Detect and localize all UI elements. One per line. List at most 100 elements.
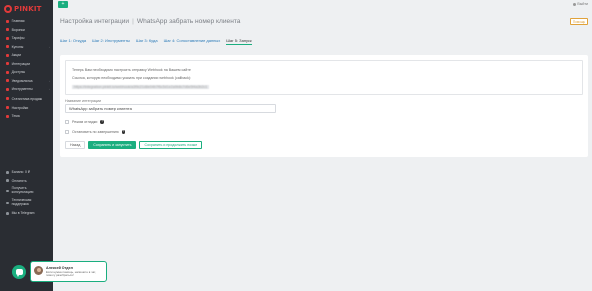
key-icon (6, 70, 9, 74)
logo-icon (4, 4, 12, 13)
stop-on-complete-row: Остановить по завершению ? (65, 130, 126, 134)
sidebar-item-label: Главная (11, 19, 25, 24)
logout-label: Выйти (577, 2, 588, 6)
sidebar-item-label: Купоны (11, 44, 24, 49)
chat-launcher-button[interactable] (12, 265, 26, 279)
sidebar-telegram[interactable]: Мы в Telegram (0, 209, 53, 218)
topbar: + Выйти (53, 0, 592, 10)
question-icon[interactable]: ? (121, 130, 126, 134)
sidebar-item-label: Воронки (11, 27, 25, 32)
sidebar-support[interactable]: Техническая поддержка (0, 197, 53, 209)
launch-card: Теперь Вам необходимо настроить отправку… (60, 55, 588, 157)
sidebar-item-label: Статистика продаж (11, 96, 43, 101)
add-button[interactable]: + (58, 1, 68, 8)
webhook-link-caption: Ссылка, которую необходимо указать при с… (72, 76, 192, 80)
help-button[interactable]: Помощь (570, 18, 588, 25)
brand-name: PINKIT (14, 4, 42, 13)
logout-link[interactable]: Выйти (573, 2, 588, 6)
debug-mode-row: Режим отладки ? (65, 120, 104, 124)
save-and-continue-later-button[interactable]: Сохранить и продолжить позже (139, 141, 203, 149)
sidebar-item-notifier[interactable]: Уведомлялка › (0, 77, 53, 86)
section-title: Настройка интеграции (60, 18, 130, 25)
coupon-icon (6, 45, 9, 49)
question-icon[interactable]: ? (100, 120, 104, 124)
webhook-instruction: Теперь Вам необходимо настроить отправку… (72, 68, 191, 72)
sidebar-balance[interactable]: Баланс: 0 ₽ (0, 168, 53, 177)
sidebar-consultation[interactable]: Получить консультацию (0, 185, 53, 197)
sidebar-item-label: Уведомлялка (11, 78, 33, 83)
sidebar-item-label: Акции (11, 53, 22, 58)
brand-logo[interactable]: PINKIT (0, 0, 53, 17)
save-and-launch-button[interactable]: Сохранить и запустить (88, 141, 137, 149)
balance-label: Баланс: 0 ₽ (11, 170, 31, 175)
sidebar-item-label: Инструменты (11, 87, 33, 92)
sidebar-pay[interactable]: Оплатить (0, 177, 53, 186)
integration-name-input[interactable]: WhatsApp забрать номер клиента (65, 104, 276, 113)
sidebar: PINKIT Главная Воронки Тарифы Купоны › Ак… (0, 0, 53, 291)
funnel-icon (6, 28, 9, 32)
bell-icon (6, 79, 9, 83)
sidebar-item-label: Тарифы (11, 36, 25, 41)
sidebar-item-coupons[interactable]: Купоны › (0, 43, 53, 52)
sidebar-nav: Главная Воронки Тарифы Купоны › Акции Инт… (0, 17, 53, 121)
chat-bubble-icon (15, 269, 23, 277)
sidebar-item-label: Настройки (11, 105, 29, 110)
chevron-right-icon: › (49, 87, 50, 92)
wallet-icon (6, 170, 9, 174)
sidebar-bottom: Баланс: 0 ₽ Оплатить Получить консультац… (0, 168, 53, 218)
promotion-icon (6, 53, 9, 57)
telegram-label: Мы в Telegram (11, 211, 35, 216)
chevron-right-icon: › (49, 78, 50, 83)
support-icon (6, 201, 9, 205)
avatar (34, 266, 43, 275)
stop-on-complete-label: Остановить по завершению (72, 130, 119, 134)
sidebar-item-tariffs[interactable]: Тарифы (0, 34, 53, 43)
card-icon (6, 179, 9, 183)
consultation-label: Получить консультацию (11, 186, 34, 194)
pay-label: Оплатить (11, 178, 27, 183)
integration-title: WhatsApp забрать номер клиента (136, 18, 241, 25)
page-title: Настройка интеграции | WhatsApp забрать но… (60, 18, 240, 25)
tab-step-2[interactable]: Шаг 2: Инструменты (92, 38, 130, 45)
chevron-right-icon: › (49, 44, 50, 49)
sidebar-item-label: Тема (11, 114, 20, 119)
debug-mode-label: Режим отладки (72, 120, 98, 124)
sidebar-item-label: Интеграции (11, 61, 31, 66)
tab-step-5[interactable]: Шаг 5: Запуск (226, 38, 252, 45)
debug-mode-checkbox[interactable] (65, 120, 69, 124)
action-buttons: Назад Сохранить и запустить Сохранить и … (65, 141, 203, 149)
integration-icon (6, 62, 9, 66)
step-tabs: Шаг 1: Откуда Шаг 2: Инструменты Шаг 3: … (60, 38, 252, 45)
sidebar-item-sales-stats[interactable]: Статистика продаж (0, 94, 53, 104)
sidebar-item-home[interactable]: Главная (0, 17, 53, 26)
telegram-icon (6, 211, 9, 215)
chat-popup[interactable]: Алексей Отдел Если нужна помощь, напишит… (30, 261, 107, 282)
tab-step-3[interactable]: Шаг 3: Куда (136, 38, 158, 45)
integration-name-label: Название интеграции (65, 99, 102, 103)
wrench-icon (6, 87, 9, 91)
stop-on-complete-checkbox[interactable] (65, 130, 69, 134)
sidebar-item-tools[interactable]: Инструменты › (0, 85, 53, 94)
title-separator: | (132, 18, 134, 25)
chart-icon (6, 97, 9, 100)
home-icon (6, 19, 9, 23)
sidebar-item-access[interactable]: Доступы (0, 68, 53, 77)
sidebar-item-promotions[interactable]: Акции (0, 51, 53, 60)
tariff-icon (6, 36, 9, 40)
theme-icon (6, 114, 9, 118)
tab-step-1[interactable]: Шаг 1: Откуда (60, 38, 86, 45)
chat-message: Если нужна помощь, напишите в чат, помог… (46, 270, 96, 278)
sidebar-item-settings[interactable]: Настройки (0, 104, 53, 113)
webhook-url[interactable]: https://integration.pinkit.io/webhook/a3… (72, 85, 210, 89)
back-button[interactable]: Назад (65, 141, 86, 149)
tab-step-4[interactable]: Шаг 4: Сопоставление данных (164, 38, 221, 45)
user-icon (573, 2, 577, 6)
chat-icon (6, 189, 9, 193)
gear-icon (6, 106, 9, 110)
sidebar-item-label: Доступы (11, 70, 26, 75)
sidebar-item-funnels[interactable]: Воронки (0, 26, 53, 35)
support-label: Техническая поддержка (11, 198, 32, 206)
sidebar-item-theme[interactable]: Тема (0, 112, 53, 121)
sidebar-item-integrations[interactable]: Интеграции (0, 60, 53, 69)
webhook-info-box: Теперь Вам необходимо настроить отправку… (65, 60, 583, 95)
